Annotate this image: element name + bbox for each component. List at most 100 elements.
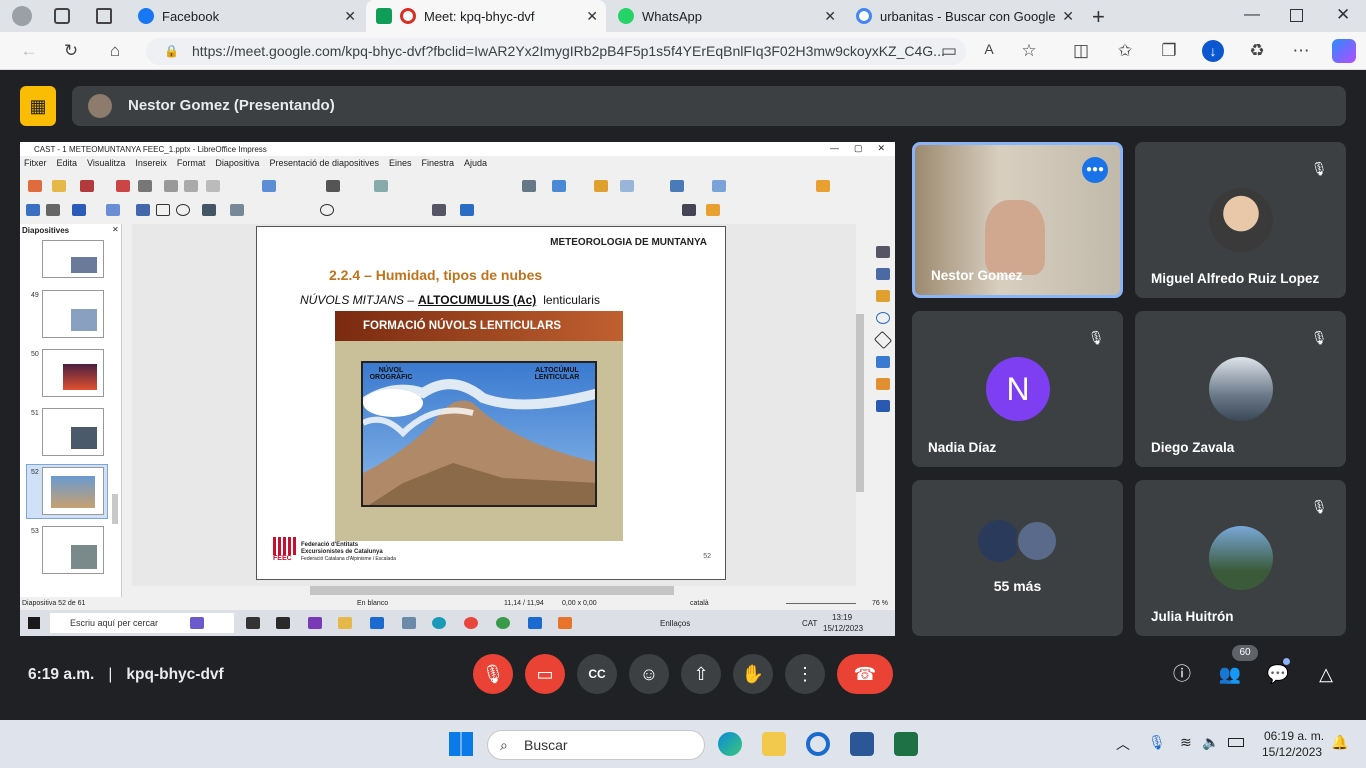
video-icon[interactable]: ▭ [938,41,960,61]
tab-whatsapp[interactable]: WhatsApp ✕ [608,0,844,32]
undo-icon[interactable] [262,180,276,192]
participant-tile-diego[interactable]: 🎙 Diego Zavala [1135,311,1346,467]
menu-item[interactable]: Visualitza [87,158,125,168]
menu-item[interactable]: Presentació de diapositives [269,158,379,168]
taskbar-app-icon[interactable] [246,617,260,629]
vertical-scrollbar[interactable] [856,224,864,586]
line-icon[interactable] [136,204,150,216]
maximize-button[interactable] [1290,9,1303,22]
table-icon[interactable] [522,180,536,192]
start-icon[interactable] [449,732,473,756]
taskbar-app-icon[interactable] [496,617,510,629]
raise-hand-button[interactable]: ✋ [733,654,773,694]
close-tab-icon[interactable]: ✕ [344,8,356,25]
participant-tile-miguel[interactable]: 🎙 Miguel Alfredo Ruiz Lopez [1135,142,1346,298]
tab-meet[interactable]: Meet: kpq-bhyc-dvf ✕ [366,0,606,32]
find-icon[interactable] [326,180,340,192]
smiley-icon[interactable] [320,204,334,216]
zoom-icon[interactable] [46,204,60,216]
address-bar[interactable]: 🔒 https://meet.google.com/kpq-bhyc-dvf?f… [146,38,966,65]
taskbar-app-icon[interactable] [276,617,290,629]
split-screen-icon[interactable]: ◫ [1070,41,1092,61]
copy-icon[interactable] [184,180,198,192]
chart-icon[interactable] [594,180,608,192]
fill-color-icon[interactable] [106,204,120,216]
save-icon[interactable] [80,180,94,192]
home-icon[interactable]: ⌂ [104,41,126,61]
navigator-icon[interactable] [876,312,890,324]
3d-icon[interactable] [460,204,474,216]
copilot-icon[interactable] [1332,39,1356,63]
taskbar-app-icon[interactable] [528,617,542,629]
taskbar-app-icon[interactable] [338,617,352,629]
zoom-slider[interactable] [786,603,856,604]
reactions-button[interactable]: ☺ [629,654,669,694]
close-tab-icon[interactable]: ✕ [586,8,598,25]
taskbar-app-icon[interactable] [432,617,446,629]
tab-actions-icon[interactable] [96,8,112,24]
read-aloud-icon[interactable]: A [978,41,1000,57]
meeting-details-button[interactable]: ⓘ [1162,654,1202,694]
impress-window-controls[interactable]: — ▢ ✕ [830,143,885,154]
shapes-icon[interactable] [712,180,726,192]
stop-presenting-icon[interactable]: ▦ [20,86,56,126]
taskbar-app-icon[interactable] [558,617,572,629]
participant-tile-nestor[interactable]: ●●● Nestor Gomez [912,142,1123,298]
slide-thumbnail[interactable] [42,349,104,397]
status-language[interactable]: català [690,600,709,607]
menu-item[interactable]: Edita [57,158,78,168]
rectangle-icon[interactable] [156,204,170,216]
extensions-icon[interactable]: ♻ [1246,41,1268,61]
tab-facebook[interactable]: Facebook ✕ [128,0,364,32]
ellipse-icon[interactable] [176,204,190,216]
remote-lang[interactable]: CAT [802,619,817,628]
styles-icon[interactable] [876,268,890,280]
activities-button[interactable]: △ [1306,654,1346,694]
downloads-icon[interactable]: ↓ [1202,40,1224,62]
menu-item[interactable]: Finestra [422,158,455,168]
slide-thumbnail[interactable] [42,526,104,574]
fontwork-icon[interactable] [670,180,684,192]
battery-icon[interactable] [1228,738,1244,747]
more-options-button[interactable]: ⋮ [785,654,825,694]
animation-icon[interactable] [876,378,890,390]
image-icon[interactable] [552,180,566,192]
edge-icon[interactable] [718,732,742,756]
notifications-icon[interactable]: 🔔 [1331,734,1348,751]
close-window-button[interactable]: ✕ [1336,5,1350,25]
favorite-icon[interactable]: ☆ [1018,41,1040,61]
taskbar-app-icon[interactable] [370,617,384,629]
slide-thumbnail[interactable] [42,408,104,456]
slide-thumbnail[interactable] [42,240,104,278]
taskbar-time[interactable]: 06:19 a. m. [1264,729,1324,743]
menu-item[interactable]: Diapositiva [215,158,259,168]
taskbar-app-icon[interactable] [308,617,322,629]
horizontal-scrollbar[interactable] [132,586,856,595]
status-zoom[interactable]: 76 % [872,600,888,607]
taskbar-app-icon[interactable] [190,617,204,629]
close-panel-icon[interactable]: ✕ [112,225,119,234]
open-icon[interactable] [52,180,66,192]
new-icon[interactable] [28,180,42,192]
textbox-icon[interactable] [620,180,634,192]
cortana-icon[interactable] [806,732,830,756]
arrow-icon[interactable] [202,204,216,216]
windows-start-icon[interactable] [28,617,40,629]
mic-toggle-button[interactable]: 🎙 [473,654,513,694]
export-pdf-icon[interactable] [116,180,130,192]
tray-chevron-icon[interactable]: ︿ [1116,734,1130,754]
profile-icon[interactable] [12,6,32,26]
cut-icon[interactable] [164,180,178,192]
word-icon[interactable] [850,732,874,756]
star-icon[interactable] [432,204,446,216]
participant-tile-nadia[interactable]: 🎙 N Nadia Díaz [912,311,1123,467]
slide-icon[interactable] [816,180,830,192]
close-tab-icon[interactable]: ✕ [824,8,836,25]
more-icon[interactable]: ⋯ [1290,41,1312,61]
taskbar-date[interactable]: 15/12/2023 [1262,745,1322,759]
taskbar-app-icon[interactable] [402,617,416,629]
collections-icon[interactable]: ❐ [1158,41,1180,61]
refresh-icon[interactable]: ↻ [60,41,82,61]
highlight-icon[interactable] [706,204,720,216]
participant-tile-more[interactable]: 55 más [912,480,1123,636]
